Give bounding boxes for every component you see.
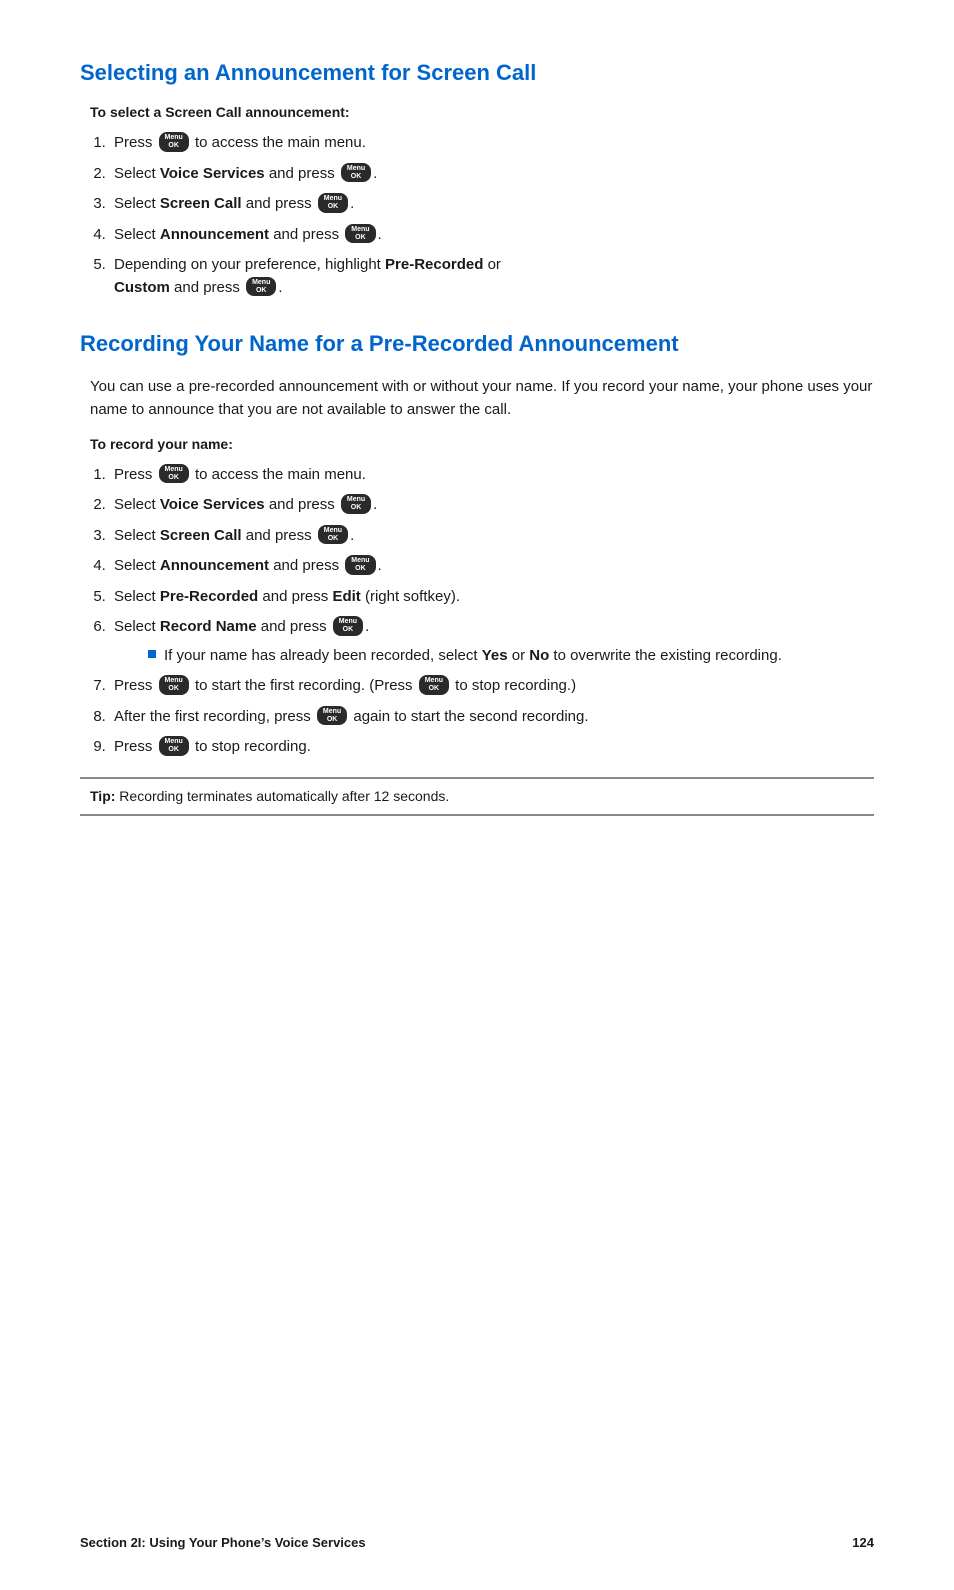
menu-ok-icon-s1-4: MenuOK bbox=[345, 224, 375, 243]
step-2-2: Select Voice Services and press MenuOK. bbox=[110, 494, 874, 517]
step-2-8: After the first recording, press MenuOK … bbox=[110, 706, 874, 729]
step-1-5: Depending on your preference, highlight … bbox=[110, 254, 874, 299]
sub-bullet-1: If your name has already been recorded, … bbox=[144, 645, 874, 668]
section-2-steps: Press MenuOK to access the main menu. Se… bbox=[110, 464, 874, 759]
step-2-4: Select Announcement and press MenuOK. bbox=[110, 555, 874, 578]
menu-ok-icon-s1-2: MenuOK bbox=[341, 163, 371, 182]
step-2-9: Press MenuOK to stop recording. bbox=[110, 736, 874, 759]
bullet-square-icon bbox=[148, 650, 156, 658]
custom-label-1: Custom bbox=[114, 279, 170, 296]
voice-services-label-1: Voice Services bbox=[160, 165, 265, 182]
section-1-steps: Press MenuOK to access the main menu. Se… bbox=[110, 132, 874, 299]
tip-label: Tip: bbox=[90, 788, 115, 804]
section-2: Recording Your Name for a Pre-Recorded A… bbox=[80, 331, 874, 816]
menu-ok-icon-s2-2: MenuOK bbox=[341, 494, 371, 513]
voice-services-label-2: Voice Services bbox=[160, 496, 265, 513]
sub-bullet-list: If your name has already been recorded, … bbox=[144, 645, 874, 668]
sub-bullet-1-text: If your name has already been recorded, … bbox=[164, 645, 782, 668]
page-footer: Section 2I: Using Your Phone’s Voice Ser… bbox=[0, 1535, 954, 1550]
step-2-7: Press MenuOK to start the first recordin… bbox=[110, 675, 874, 698]
section-2-title: Recording Your Name for a Pre-Recorded A… bbox=[80, 331, 874, 357]
record-name-label: Record Name bbox=[160, 618, 257, 635]
step-1-4: Select Announcement and press MenuOK. bbox=[110, 224, 874, 247]
step-2-6: Select Record Name and press MenuOK. If … bbox=[110, 616, 874, 667]
section-2-body: You can use a pre-recorded announcement … bbox=[90, 375, 874, 422]
screen-call-label-2: Screen Call bbox=[160, 527, 242, 544]
edit-label: Edit bbox=[332, 588, 360, 605]
menu-ok-icon-s1-1: MenuOK bbox=[159, 132, 189, 151]
page-content: Selecting an Announcement for Screen Cal… bbox=[0, 0, 954, 914]
menu-ok-icon-s2-1: MenuOK bbox=[159, 464, 189, 483]
menu-ok-icon-s2-8: MenuOK bbox=[317, 706, 347, 725]
step-2-1: Press MenuOK to access the main menu. bbox=[110, 464, 874, 487]
footer-right: 124 bbox=[852, 1535, 874, 1550]
no-label: No bbox=[529, 647, 549, 664]
step-1-2: Select Voice Services and press MenuOK. bbox=[110, 163, 874, 186]
pre-recorded-label-2: Pre-Recorded bbox=[160, 588, 258, 605]
menu-ok-icon-s2-9: MenuOK bbox=[159, 736, 189, 755]
footer-left: Section 2I: Using Your Phone’s Voice Ser… bbox=[80, 1535, 366, 1550]
section-1: Selecting an Announcement for Screen Cal… bbox=[80, 60, 874, 299]
section-2-intro: To record your name: bbox=[90, 436, 874, 452]
screen-call-label-1: Screen Call bbox=[160, 195, 242, 212]
step-1-3: Select Screen Call and press MenuOK. bbox=[110, 193, 874, 216]
menu-ok-icon-s2-3: MenuOK bbox=[318, 525, 348, 544]
menu-ok-icon-s2-7a: MenuOK bbox=[159, 675, 189, 694]
step-1-1: Press MenuOK to access the main menu. bbox=[110, 132, 874, 155]
tip-box: Tip: Recording terminates automatically … bbox=[80, 777, 874, 817]
section-1-intro: To select a Screen Call announcement: bbox=[90, 104, 874, 120]
menu-ok-icon-s1-5: MenuOK bbox=[246, 277, 276, 296]
tip-text: Recording terminates automatically after… bbox=[119, 788, 449, 804]
menu-ok-icon-s1-3: MenuOK bbox=[318, 193, 348, 212]
step-2-3: Select Screen Call and press MenuOK. bbox=[110, 525, 874, 548]
yes-label: Yes bbox=[482, 647, 508, 664]
announcement-label-1: Announcement bbox=[160, 226, 269, 243]
menu-ok-icon-s2-4: MenuOK bbox=[345, 555, 375, 574]
menu-ok-icon-s2-6: MenuOK bbox=[333, 616, 363, 635]
announcement-label-2: Announcement bbox=[160, 557, 269, 574]
step-2-5: Select Pre-Recorded and press Edit (righ… bbox=[110, 586, 874, 609]
section-1-title: Selecting an Announcement for Screen Cal… bbox=[80, 60, 874, 86]
menu-ok-icon-s2-7b: MenuOK bbox=[419, 675, 449, 694]
pre-recorded-label-1: Pre-Recorded bbox=[385, 256, 483, 273]
